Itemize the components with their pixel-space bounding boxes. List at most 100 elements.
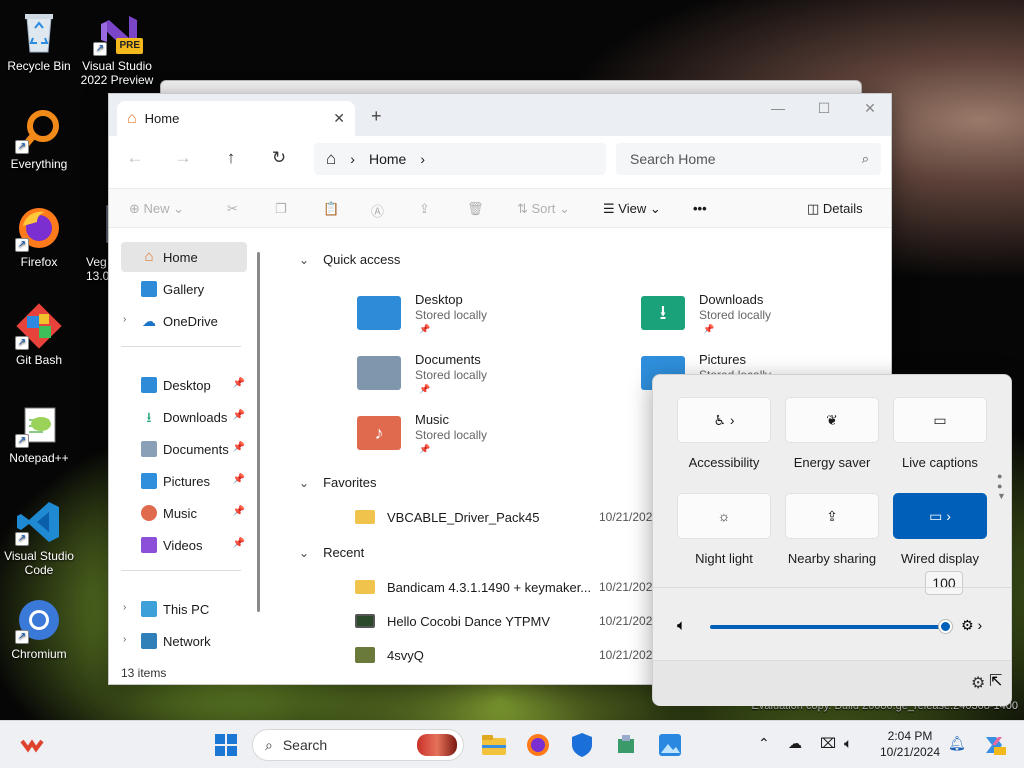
nav-item-music[interactable]: Music 📌 <box>121 498 247 528</box>
system-clock[interactable]: 2:04 PM 10/21/2024 <box>870 728 950 760</box>
copy-icon[interactable]: ❐ <box>275 201 287 217</box>
photos-taskbar-icon[interactable] <box>656 731 684 759</box>
breadcrumb-separator-icon[interactable]: › <box>420 151 425 167</box>
app-icon-pinned[interactable] <box>18 731 46 759</box>
address-bar[interactable]: ⌂ › Home › <box>314 143 606 175</box>
quick-access-music[interactable]: ♪ Music Stored locally 📌 <box>357 410 617 462</box>
chevron-down-icon[interactable]: ⌄ <box>299 476 309 490</box>
desktop-folder-icon <box>357 296 401 330</box>
volume-slider-thumb[interactable] <box>939 620 952 633</box>
file-explorer-taskbar-icon[interactable] <box>480 731 508 759</box>
forward-arrow-icon[interactable]: → <box>171 148 195 168</box>
pin-icon: 📌 <box>232 442 245 453</box>
notification-bell-icon[interactable]: 🔔︎ <box>948 735 966 752</box>
desktop-folder-icon <box>141 377 157 393</box>
nav-item-desktop[interactable]: Desktop 📌 <box>121 370 247 400</box>
wired-display-tile[interactable]: ▭ › <box>893 493 987 539</box>
nav-item-documents[interactable]: Documents 📌 <box>121 434 247 464</box>
chevron-right-icon[interactable]: › <box>123 634 126 645</box>
view-button[interactable]: ☰ View ⌄ <box>603 201 661 217</box>
nav-item-network[interactable]: › Network <box>121 626 247 656</box>
tile-label: Wired display <box>900 551 980 566</box>
paste-icon[interactable]: 📋 <box>323 201 339 217</box>
cloud-offline-icon[interactable]: ☁ <box>788 735 802 752</box>
app-taskbar-icon[interactable] <box>612 731 640 759</box>
tab-home[interactable]: ⌂ Home ✕ <box>117 101 355 136</box>
folder-status: Stored locally <box>415 428 488 442</box>
settings-gear-icon[interactable]: ⚙ <box>971 673 985 693</box>
section-recent[interactable]: ⌄ Recent <box>299 545 364 560</box>
taskbar-search-label: Search <box>282 737 328 753</box>
close-tab-icon[interactable]: ✕ <box>333 110 345 127</box>
desktop-icon-recycle-bin[interactable]: Recycle Bin <box>0 8 78 73</box>
breadcrumb-home[interactable]: Home <box>369 151 406 167</box>
section-favorites[interactable]: ⌄ Favorites <box>299 475 377 490</box>
search-icon: ⌕ <box>861 151 869 166</box>
night-light-tile[interactable]: ☼ <box>677 493 771 539</box>
close-window-icon[interactable]: ✕ <box>855 100 885 117</box>
chevron-down-icon[interactable]: ⌄ <box>299 546 309 560</box>
chevron-down-icon[interactable]: ⌄ <box>299 253 309 267</box>
nav-item-onedrive[interactable]: › ☁ OneDrive <box>121 306 247 336</box>
audio-output-icon[interactable]: ⚙︎ › <box>961 617 982 634</box>
desktop-icon-git-bash[interactable]: ↗ Git Bash <box>0 302 78 367</box>
chevron-right-icon[interactable]: › <box>123 602 126 613</box>
nav-item-videos[interactable]: Videos 📌 <box>121 530 247 560</box>
more-options-icon[interactable]: ••• <box>693 201 707 216</box>
folder-status: Stored locally <box>699 308 772 322</box>
energy-saver-tile[interactable]: ❦ <box>785 397 879 443</box>
folder-status: Stored locally <box>415 368 488 382</box>
security-shield-taskbar-icon[interactable] <box>568 731 596 759</box>
maximize-icon[interactable]: ☐ <box>809 100 839 117</box>
delete-icon[interactable]: 🗑 <box>467 201 484 217</box>
nearby-sharing-tile[interactable]: ⇪ <box>785 493 879 539</box>
accessibility-tile[interactable]: ♿︎ › <box>677 397 771 443</box>
refresh-icon[interactable]: ↻ <box>267 148 291 168</box>
desktop-icon-notepad-plus-plus[interactable]: ↗ Notepad++ <box>0 400 78 465</box>
clock-date: 10/21/2024 <box>879 745 941 759</box>
volume-slider[interactable] <box>710 625 945 629</box>
back-arrow-icon[interactable]: ← <box>123 148 147 168</box>
cut-icon[interactable]: ✂ <box>227 201 238 217</box>
search-input[interactable]: Search Home ⌕ <box>616 143 881 175</box>
live-captions-tile[interactable]: ▭ <box>893 397 987 443</box>
section-title: Recent <box>323 545 365 560</box>
nav-item-pictures[interactable]: Pictures 📌 <box>121 466 247 496</box>
volume-tray-icon[interactable]: 🔈︎ <box>844 735 852 752</box>
quick-access-desktop[interactable]: Desktop Stored locally 📌 <box>357 290 617 342</box>
desktop-icon-firefox[interactable]: ↗ Firefox <box>0 204 78 269</box>
pagination-dots[interactable]: ● ● ▼ <box>997 471 1006 501</box>
folder-name: Downloads <box>699 292 764 307</box>
nav-item-downloads[interactable]: ⭳ Downloads 📌 <box>121 402 247 432</box>
quick-access-documents[interactable]: Documents Stored locally 📌 <box>357 350 617 402</box>
desktop-icon-vscode[interactable]: ↗ Visual Studio Code <box>0 498 78 577</box>
desktop-icon-visual-studio-preview[interactable]: PRE ↗ Visual Studio 2022 Preview <box>78 8 156 87</box>
taskbar-search-box[interactable]: ⌕ Search <box>252 729 464 761</box>
folder-status: Stored locally <box>415 308 488 322</box>
network-icon[interactable]: ⌧ <box>820 735 836 752</box>
minimize-icon[interactable]: — <box>763 100 793 116</box>
firefox-taskbar-icon[interactable] <box>524 731 552 759</box>
quick-access-downloads[interactable]: ⭳ Downloads Stored locally 📌 <box>641 290 901 342</box>
desktop-icon-everything[interactable]: ↗ Everything <box>0 106 78 171</box>
copilot-preview-icon[interactable] <box>980 731 1008 759</box>
navigation-scrollbar[interactable] <box>257 252 260 612</box>
share-icon[interactable]: ⇪ <box>419 201 430 217</box>
speaker-icon[interactable]: 🔈︎ <box>677 617 686 634</box>
file-date: 10/21/2024 <box>599 648 660 662</box>
chevron-right-icon[interactable]: › <box>123 314 126 325</box>
sort-button[interactable]: ⇅ Sort ⌄ <box>517 201 570 217</box>
section-quick-access[interactable]: ⌄ Quick access <box>299 252 400 267</box>
new-tab-button[interactable]: + <box>371 106 382 127</box>
start-windows-icon[interactable] <box>212 731 240 759</box>
new-button[interactable]: ⊕ New ⌄ <box>129 201 184 217</box>
nav-item-this-pc[interactable]: › This PC <box>121 594 247 624</box>
show-hidden-icons-chevron-up-icon[interactable]: ⌃ <box>758 735 770 752</box>
desktop-icon-chromium[interactable]: ↗ Chromium <box>0 596 78 661</box>
videos-icon <box>141 537 157 553</box>
rename-icon[interactable]: Ⓐ <box>371 201 384 220</box>
up-arrow-icon[interactable]: ↑ <box>219 148 243 168</box>
details-button[interactable]: ◫ Details <box>807 201 863 217</box>
nav-item-home[interactable]: ⌂ Home <box>121 242 247 272</box>
nav-item-gallery[interactable]: Gallery <box>121 274 247 304</box>
